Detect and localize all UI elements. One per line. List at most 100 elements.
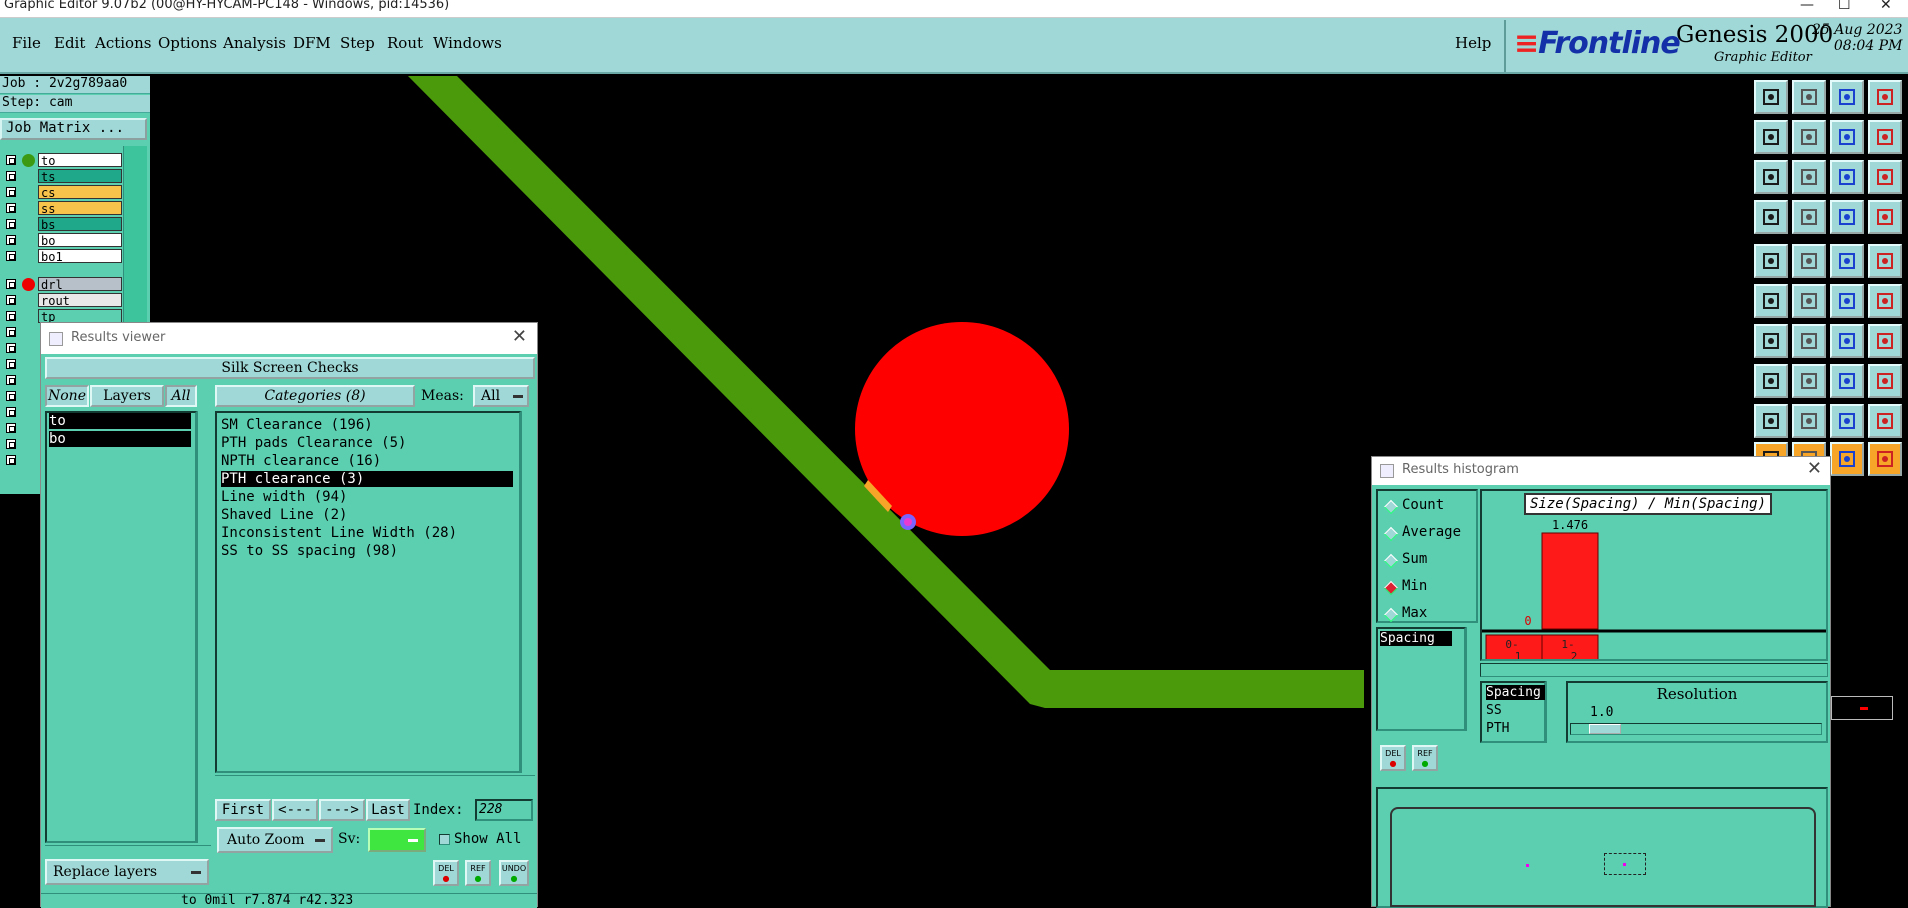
drill-tool-button[interactable] <box>1830 200 1864 234</box>
layer-name[interactable]: ts <box>38 169 122 184</box>
histogram-list[interactable]: Spacing <box>1376 627 1466 731</box>
list-item[interactable]: bo <box>49 431 191 447</box>
layer-checkbox[interactable] <box>6 203 16 213</box>
layer-name[interactable]: drl <box>38 277 122 292</box>
layer-checkbox[interactable] <box>6 375 16 385</box>
menu-dfm[interactable]: DFM <box>293 34 331 52</box>
layer-row-ts[interactable]: ts <box>2 169 122 184</box>
replace-layers-dropdown[interactable]: Replace layers <box>45 859 209 885</box>
layer-checkbox[interactable] <box>6 311 16 321</box>
import-tool-button[interactable] <box>1754 120 1788 154</box>
close-icon[interactable]: ✕ <box>1807 458 1822 479</box>
histogram-hscroll[interactable] <box>1480 663 1828 677</box>
bin-field-item[interactable]: Spacing <box>1486 685 1545 700</box>
layer-row-bo1[interactable]: bo1 <box>2 249 122 264</box>
menu-rout[interactable]: Rout <box>387 34 423 52</box>
histogram-list-vscroll[interactable] <box>1466 627 1480 731</box>
menu-actions[interactable]: Actions <box>95 34 151 52</box>
compass-tool-button[interactable] <box>1830 442 1864 476</box>
export-tool-button[interactable] <box>1792 120 1826 154</box>
delete-tool-button[interactable] <box>1792 284 1826 318</box>
layer-checkbox[interactable] <box>6 439 16 449</box>
arc-tool-button[interactable] <box>1830 324 1864 358</box>
list-item[interactable]: Spacing <box>1380 631 1452 646</box>
category-item[interactable]: NPTH clearance (16) <box>221 453 381 469</box>
index-input[interactable]: 228 <box>475 799 533 821</box>
category-item[interactable]: SM Clearance (196) <box>221 417 373 433</box>
first-button[interactable]: First <box>215 799 271 821</box>
layer-checkbox[interactable] <box>6 251 16 261</box>
line-tool-button[interactable] <box>1792 324 1826 358</box>
open-tool-button[interactable] <box>1754 80 1788 114</box>
close-icon[interactable]: ✕ <box>512 326 527 347</box>
auto-zoom-dropdown[interactable]: Auto Zoom <box>217 827 333 853</box>
menu-options[interactable]: Options <box>158 34 217 52</box>
menu-analysis[interactable]: Analysis <box>223 34 286 52</box>
prev-button[interactable]: <--- <box>272 799 318 821</box>
group-tool-button[interactable] <box>1868 364 1902 398</box>
meas-dropdown[interactable]: All <box>473 385 529 407</box>
layer-checkbox[interactable] <box>6 423 16 433</box>
drill2-tool-button[interactable] <box>1868 200 1902 234</box>
hist-ref-button[interactable]: REF ● <box>1412 745 1438 771</box>
layer-name[interactable]: tp <box>38 309 122 324</box>
layer-checkbox[interactable] <box>6 155 16 165</box>
layer-checkbox[interactable] <box>6 295 16 305</box>
next-button[interactable]: ---> <box>319 799 365 821</box>
layer-row-bs[interactable]: bs <box>2 217 122 232</box>
maximize-button[interactable]: ☐ <box>1838 0 1851 13</box>
histogram-titlebar[interactable]: Results histogram ✕ <box>1372 457 1830 485</box>
categories-list[interactable]: SM Clearance (196) PTH pads Clearance (5)… <box>215 411 521 773</box>
show-all-checkbox[interactable] <box>439 834 450 845</box>
layer-row-bo[interactable]: bo <box>2 233 122 248</box>
fit-tool-button[interactable] <box>1754 160 1788 194</box>
category-item[interactable]: Inconsistent Line Width (28) <box>221 525 457 541</box>
list-item[interactable]: to <box>49 413 191 429</box>
job-matrix-button[interactable]: Job Matrix ... <box>0 118 147 140</box>
layer-checkbox[interactable] <box>6 407 16 417</box>
layer-name[interactable]: bo <box>38 233 122 248</box>
peak3-tool-button[interactable] <box>1868 404 1902 438</box>
peak-tool-button[interactable] <box>1792 404 1826 438</box>
layers-hscroll[interactable] <box>45 845 211 857</box>
radio-indicator[interactable] <box>1383 526 1399 542</box>
layer-checkbox[interactable] <box>6 279 16 289</box>
layers-vscroll[interactable] <box>197 411 211 843</box>
snap-tool-button[interactable] <box>1754 364 1788 398</box>
menu-file[interactable]: File <box>12 34 41 52</box>
radio-indicator[interactable] <box>1383 499 1399 515</box>
categories-button[interactable]: Categories (8) <box>215 385 415 407</box>
split-tool-button[interactable] <box>1868 120 1902 154</box>
histogram-bar[interactable] <box>1541 532 1599 630</box>
layer-row-drl[interactable]: drl <box>2 277 122 292</box>
menu-edit[interactable]: Edit <box>54 34 85 52</box>
layer-checkbox[interactable] <box>6 219 16 229</box>
radio-indicator[interactable] <box>1383 607 1399 623</box>
del-button[interactable]: DEL ● <box>433 860 459 886</box>
home-tool-button[interactable] <box>1830 80 1864 114</box>
profile-tool-button[interactable] <box>1868 324 1902 358</box>
undo-button[interactable]: UNDO ● <box>499 860 529 886</box>
category-item[interactable]: Line width (94) <box>221 489 347 505</box>
layers-button[interactable]: Layers <box>90 385 164 407</box>
menu-help[interactable]: Help <box>1455 34 1491 52</box>
save-tool-button[interactable] <box>1792 80 1826 114</box>
category-item[interactable]: PTH pads Clearance (5) <box>221 435 406 451</box>
bin-field-item[interactable]: SS <box>1486 703 1502 718</box>
preview-zoom-box[interactable] <box>1604 853 1646 875</box>
route-tool-button[interactable] <box>1868 284 1902 318</box>
layer-name[interactable]: cs <box>38 185 122 200</box>
pad-tool-button[interactable] <box>1754 244 1788 278</box>
layer-checkbox[interactable] <box>6 187 16 197</box>
layer-checkbox[interactable] <box>6 327 16 337</box>
layer-row-to[interactable]: to <box>2 153 122 168</box>
align-tool-button[interactable] <box>1830 364 1864 398</box>
result-layers-list[interactable]: to bo <box>45 411 197 843</box>
layer-checkbox[interactable] <box>6 171 16 181</box>
category-item[interactable]: Shaved Line (2) <box>221 507 347 523</box>
bin-field-vscroll[interactable] <box>1546 681 1560 743</box>
angle-tool-button[interactable] <box>1754 324 1788 358</box>
category-item[interactable]: PTH clearance (3) <box>221 471 513 487</box>
connect-tool-button[interactable] <box>1754 284 1788 318</box>
layer-checkbox[interactable] <box>6 343 16 353</box>
